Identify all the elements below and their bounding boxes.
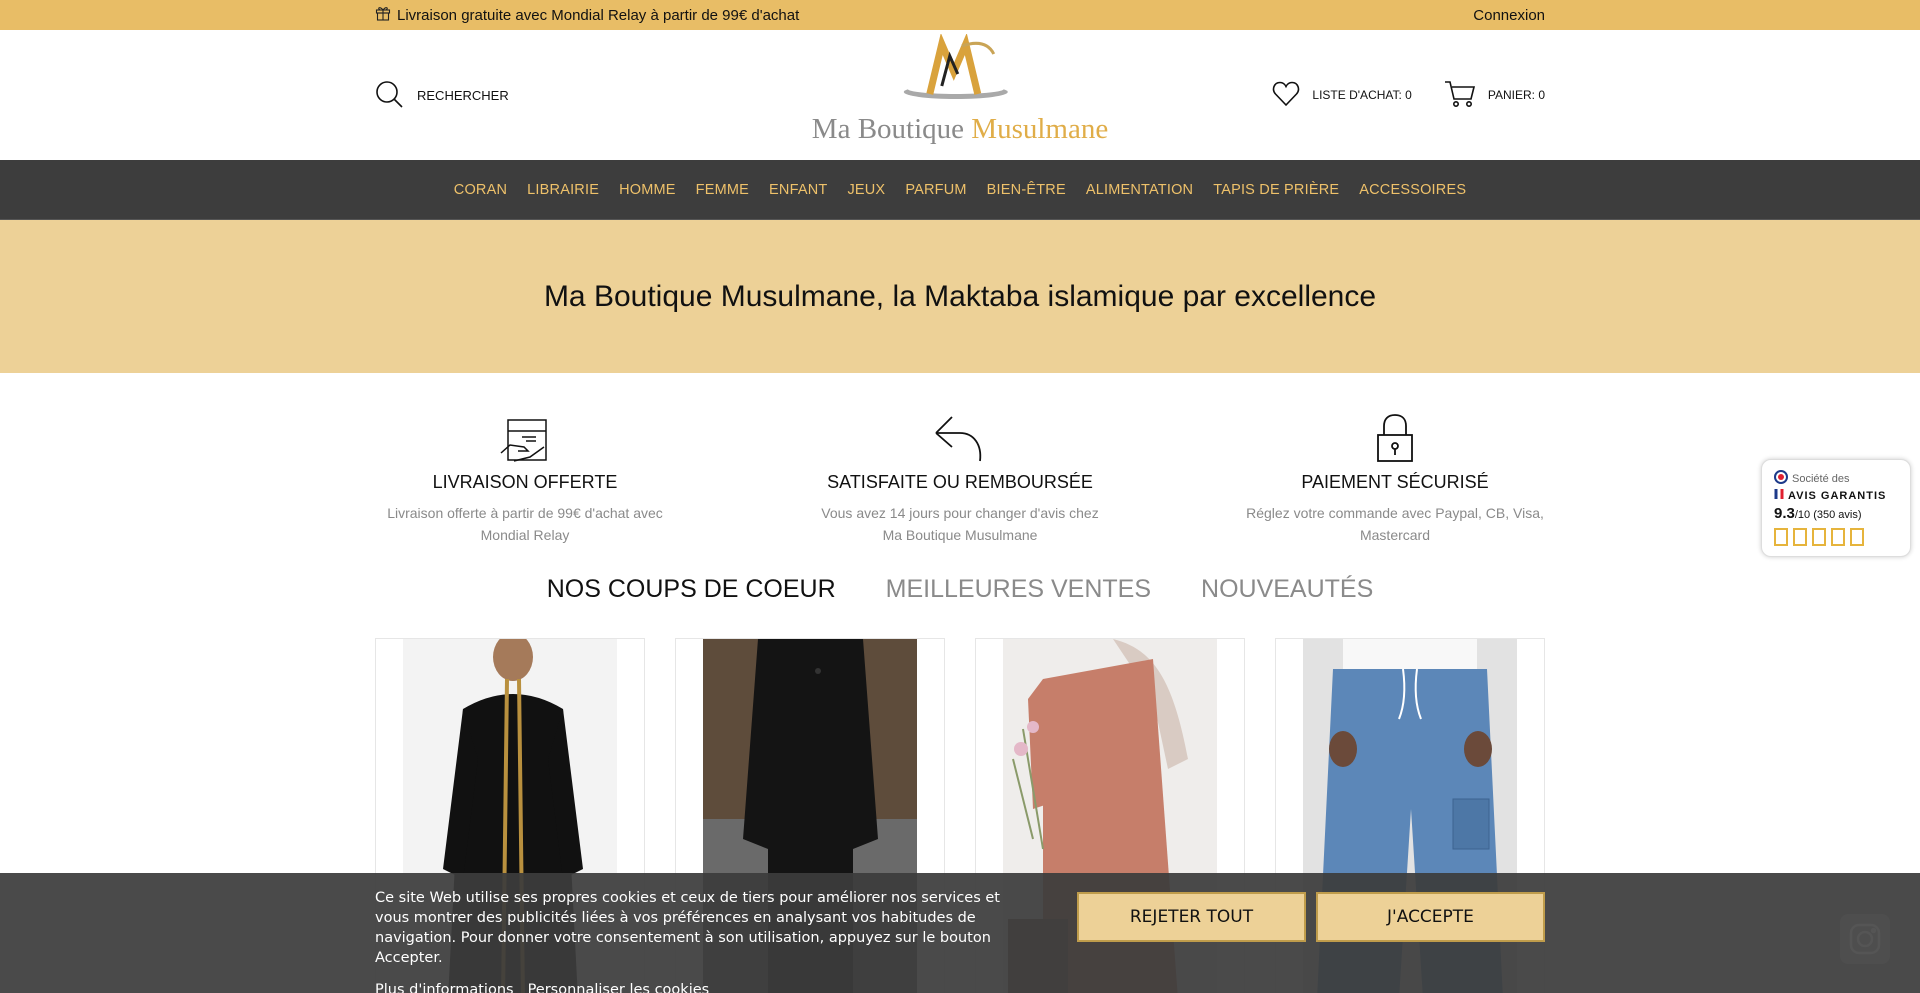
- star-icon: [1831, 528, 1845, 546]
- reviews-brand-title: AVIS GARANTIS: [1774, 489, 1898, 502]
- nav-item-accessoires[interactable]: ACCESSOIRES: [1359, 182, 1466, 198]
- return-arrow-icon: [810, 411, 1110, 463]
- tab-meilleures-ventes[interactable]: MEILLEURES VENTES: [886, 575, 1151, 638]
- cart-icon: [1444, 80, 1476, 111]
- nav-item-jeux[interactable]: JEUX: [847, 182, 885, 198]
- header-actions: LISTE D'ACHAT: 0 PANIER: 0: [1272, 80, 1545, 111]
- nav-item-enfant[interactable]: ENFANT: [769, 182, 827, 198]
- reviews-score: 9.3/10 (350 avis): [1774, 505, 1898, 522]
- cart-label: PANIER: 0: [1487, 88, 1545, 102]
- nav-item-alimentation[interactable]: ALIMENTATION: [1086, 182, 1193, 198]
- product-tabs: NOS COUPS DE COEUR MEILLEURES VENTES NOU…: [0, 575, 1920, 638]
- logo-text-accent: Musulmane: [971, 113, 1109, 145]
- wishlist-button[interactable]: LISTE D'ACHAT: 0: [1272, 81, 1412, 110]
- promo-message: Livraison gratuite avec Mondial Relay à …: [375, 5, 799, 25]
- feature-title: PAIEMENT SÉCURISÉ: [1301, 472, 1489, 492]
- features-row: LIVRAISON OFFERTE Livraison offerte à pa…: [0, 373, 1920, 575]
- reject-all-button[interactable]: REJETER TOUT: [1077, 892, 1306, 942]
- feature-title: LIVRAISON OFFERTE: [432, 472, 618, 492]
- cookie-message: Ce site Web utilise ses propres cookies …: [375, 888, 1038, 993]
- reviews-brand-line: Société des: [1774, 470, 1898, 487]
- cookie-actions: REJETER TOUT J'ACCEPTE: [1077, 892, 1545, 978]
- wishlist-label: LISTE D'ACHAT: 0: [1312, 88, 1412, 102]
- target-logo-icon: [1774, 470, 1788, 487]
- reviews-widget[interactable]: Société des AVIS GARANTIS 9.3/10 (350 av…: [1761, 459, 1911, 557]
- site-logo[interactable]: Ma Boutique Musulmane: [812, 32, 1108, 146]
- hero-title: Ma Boutique Musulmane, la Maktaba islami…: [543, 279, 1377, 313]
- heart-icon: [1272, 81, 1300, 110]
- star-icon: [1793, 528, 1807, 546]
- feature-text: Vous avez 14 jours pour changer d'avis c…: [821, 505, 1099, 543]
- cart-button[interactable]: PANIER: 0: [1444, 80, 1545, 111]
- cookie-text: Ce site Web utilise ses propres cookies …: [375, 890, 1000, 966]
- more-info-link[interactable]: Plus d'informations: [375, 980, 514, 993]
- star-icon: [1774, 528, 1788, 546]
- top-banner: Livraison gratuite avec Mondial Relay à …: [0, 0, 1920, 30]
- star-icon: [1850, 528, 1864, 546]
- feature-refund: SATISFAITE OU REMBOURSÉE Vous avez 14 jo…: [810, 411, 1110, 575]
- customize-cookies-link[interactable]: Personnaliser les cookies: [528, 980, 710, 993]
- tab-coups-de-coeur[interactable]: NOS COUPS DE COEUR: [547, 575, 836, 638]
- nav-item-femme[interactable]: FEMME: [696, 182, 749, 198]
- nav-item-homme[interactable]: HOMME: [619, 182, 676, 198]
- tab-nouveautes[interactable]: NOUVEAUTÉS: [1201, 575, 1373, 638]
- star-icon: [1812, 528, 1826, 546]
- french-flag-icon: [1774, 489, 1784, 502]
- reviews-score-detail: /10 (350 avis): [1794, 509, 1862, 521]
- logo-emblem: [812, 32, 1108, 115]
- cookie-links: Plus d'informations Personnaliser les co…: [375, 980, 1038, 993]
- logo-wordmark: Ma Boutique Musulmane: [812, 113, 1108, 146]
- nav-item-bien-etre[interactable]: BIEN-ÊTRE: [987, 182, 1066, 198]
- nav-item-tapis-de-priere[interactable]: TAPIS DE PRIÈRE: [1213, 182, 1339, 198]
- feature-text: Réglez votre commande avec Paypal, CB, V…: [1246, 505, 1544, 543]
- accept-button[interactable]: J'ACCEPTE: [1316, 892, 1545, 942]
- search-icon: [375, 80, 403, 111]
- feature-payment: PAIEMENT SÉCURISÉ Réglez votre commande …: [1245, 411, 1545, 575]
- padlock-icon: [1245, 411, 1545, 463]
- nav-item-parfum[interactable]: PARFUM: [905, 182, 966, 198]
- main-navigation: CORAN LIBRAIRIE HOMME FEMME ENFANT JEUX …: [0, 160, 1920, 220]
- nav-item-librairie[interactable]: LIBRAIRIE: [527, 182, 599, 198]
- feature-delivery: LIVRAISON OFFERTE Livraison offerte à pa…: [375, 411, 675, 575]
- nav-item-coran[interactable]: CORAN: [454, 182, 507, 198]
- delivery-box-icon: [375, 411, 675, 463]
- gift-icon: [375, 5, 391, 25]
- promo-text: Livraison gratuite avec Mondial Relay à …: [397, 6, 800, 24]
- site-header: RECHERCHER Ma Boutique Musulmane LISTE D…: [0, 30, 1920, 160]
- search-label: RECHERCHER: [417, 87, 509, 103]
- cookie-banner: Ce site Web utilise ses propres cookies …: [0, 873, 1920, 993]
- login-link[interactable]: Connexion: [1473, 7, 1545, 24]
- logo-text-primary: Ma Boutique: [811, 113, 972, 145]
- feature-text: Livraison offerte à partir de 99€ d'acha…: [387, 505, 663, 543]
- instagram-icon[interactable]: [1840, 914, 1890, 964]
- reviews-line2: AVIS GARANTIS: [1788, 489, 1887, 502]
- rating-stars: [1774, 528, 1898, 546]
- hero-banner: Ma Boutique Musulmane, la Maktaba islami…: [0, 220, 1920, 373]
- reviews-score-value: 9.3: [1774, 505, 1795, 522]
- search-button[interactable]: RECHERCHER: [375, 80, 509, 111]
- reviews-line1: Société des: [1792, 472, 1850, 485]
- feature-title: SATISFAITE OU REMBOURSÉE: [827, 472, 1093, 492]
